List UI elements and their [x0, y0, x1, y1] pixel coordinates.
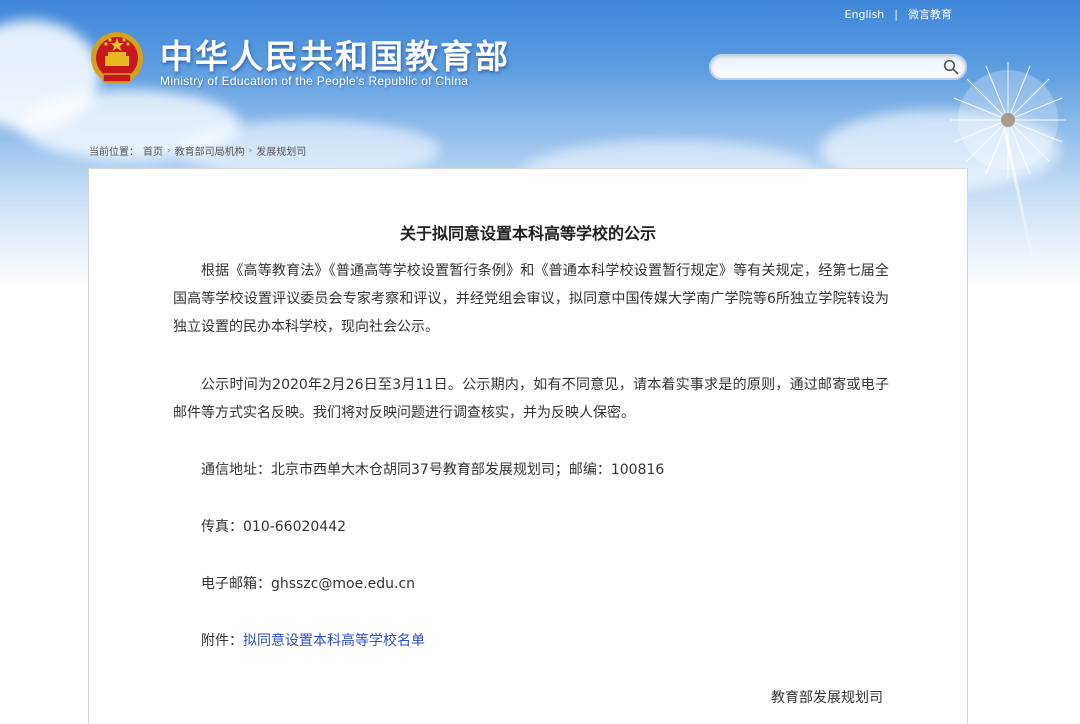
fax-value: 010-66020442	[243, 519, 347, 535]
attachment-label: 附件：	[201, 633, 243, 649]
english-link[interactable]: English	[845, 8, 885, 21]
breadcrumb-item-home[interactable]: 首页	[143, 143, 163, 158]
article-container: 关于拟同意设置本科高等学校的公示 根据《高等教育法》《普通高等学校设置暂行条例》…	[88, 168, 968, 724]
article-paragraph-1: 根据《高等教育法》《普通高等学校设置暂行条例》和《普通本科学校设置暂行规定》等有…	[173, 263, 889, 335]
national-emblem-icon[interactable]	[89, 30, 145, 88]
signature: 教育部发展规划司	[771, 690, 883, 706]
site-title-cn[interactable]: 中华人民共和国教育部	[160, 30, 510, 78]
attachment-link[interactable]: 拟同意设置本科高等学校名单	[243, 633, 425, 649]
search-box[interactable]	[709, 54, 967, 80]
chevron-right-icon: ›	[248, 145, 253, 156]
email-value: ghsszc@moe.edu.cn	[271, 576, 416, 592]
email-line: 电子邮箱：ghsszc@moe.edu.cn	[201, 574, 415, 594]
dandelion-icon	[950, 62, 1066, 178]
top-links-separator: |	[894, 7, 898, 21]
article-title: 关于拟同意设置本科高等学校的公示	[399, 224, 656, 243]
email-label: 电子邮箱：	[201, 576, 271, 592]
address-value: 北京市西单大木仓胡同37号教育部发展规划司；邮编：100816	[271, 462, 665, 478]
chevron-right-icon: ›	[167, 145, 171, 156]
breadcrumb: 当前位置： 首页 › 教育部司局机构 › 发展规划司	[89, 143, 306, 159]
fax-line: 传真：010-66020442	[201, 517, 346, 537]
search-input[interactable]	[721, 58, 931, 76]
article-paragraph-2: 公示时间为2020年2月26日至3月11日。公示期内，如有不同意见，请本着实事求…	[173, 377, 889, 421]
breadcrumb-prefix: 当前位置：	[89, 147, 139, 158]
search-icon[interactable]	[943, 59, 959, 75]
weibo-link[interactable]: 微言教育	[908, 6, 952, 22]
site-title-en: Ministry of Education of the People's Re…	[160, 74, 469, 88]
breadcrumb-item-planning[interactable]: 发展规划司	[256, 143, 306, 158]
top-links: English | 微言教育	[845, 6, 952, 22]
breadcrumb-item-departments[interactable]: 教育部司局机构	[175, 143, 245, 158]
address-line: 通信地址：北京市西单大木仓胡同37号教育部发展规划司；邮编：100816	[201, 460, 664, 480]
attachment-line: 附件：拟同意设置本科高等学校名单	[201, 631, 425, 651]
fax-label: 传真：	[201, 519, 243, 535]
address-label: 通信地址：	[201, 462, 271, 478]
